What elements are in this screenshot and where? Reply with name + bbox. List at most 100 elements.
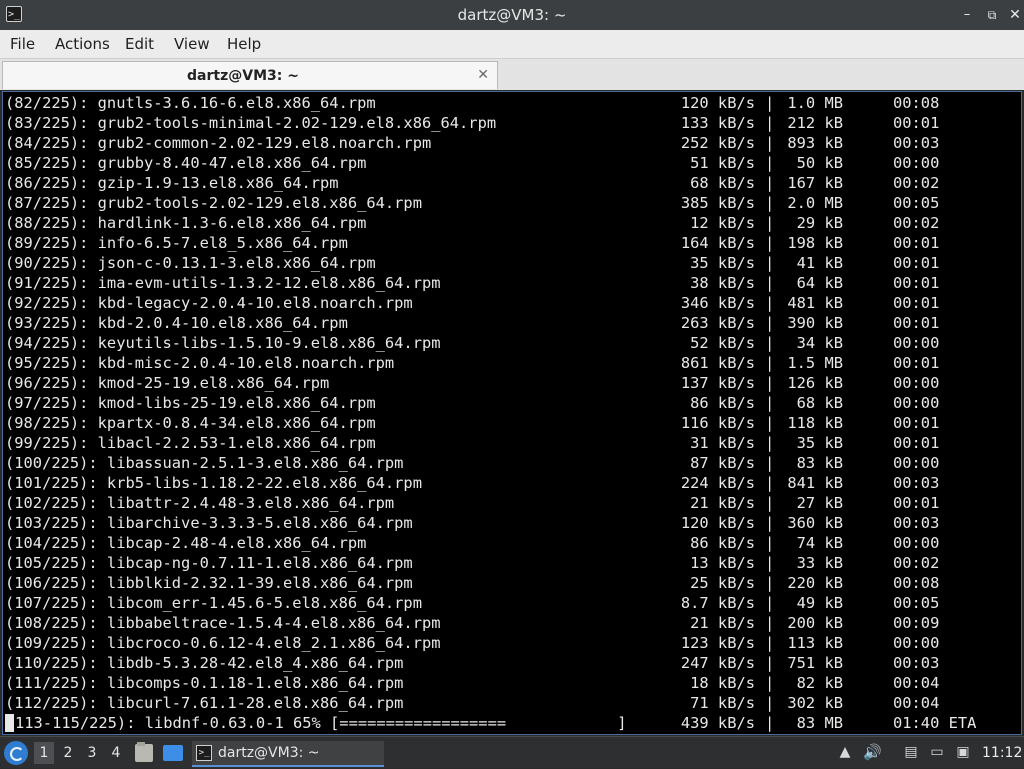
workspace-4-button[interactable]: 4: [106, 742, 126, 764]
column-separator: |: [765, 134, 775, 152]
download-speed: 252 kB/s: [680, 134, 755, 152]
column-separator: |: [765, 334, 775, 352]
download-speed: 86 kB/s: [690, 534, 755, 552]
download-time: 00:08: [893, 94, 940, 112]
package-name: (82/225): gnutls-3.6.16-6.el8.x86_64.rpm: [5, 94, 376, 112]
menu-edit[interactable]: Edit: [125, 30, 154, 58]
show-desktop-icon[interactable]: [163, 745, 183, 761]
package-name: (100/225): libassuan-2.5.1-3.el8.x86_64.…: [5, 454, 404, 472]
download-time: 00:03: [893, 514, 940, 532]
download-time: 00:00: [893, 374, 940, 392]
menu-view[interactable]: View: [174, 30, 210, 58]
column-separator: |: [765, 174, 775, 192]
column-separator: |: [765, 634, 775, 652]
column-separator: |: [765, 534, 775, 552]
download-time: 00:01: [893, 494, 940, 512]
column-separator: |: [765, 114, 775, 132]
progress-line: 113-115/225): libdnf-0.63.0-1 65% [=====…: [5, 713, 1017, 733]
package-name: (84/225): grub2-common-2.02-129.el8.noar…: [5, 134, 432, 152]
workspace-3-button[interactable]: 3: [82, 742, 102, 764]
column-separator: |: [765, 354, 775, 372]
terminal-line: (106/225): libblkid-2.32.1-39.el8.x86_64…: [5, 573, 1017, 593]
package-name: (95/225): kbd-misc-2.0.4-10.el8.noarch.r…: [5, 354, 395, 372]
tray-arrow-icon[interactable]: ▲: [836, 743, 854, 761]
package-size: 74 kB: [796, 534, 843, 552]
tab-label: dartz@VM3: ~: [187, 68, 299, 84]
package-name: (83/225): grub2-tools-minimal-2.02-129.e…: [5, 114, 497, 132]
close-button[interactable]: ✕: [1006, 6, 1024, 24]
download-speed: 52 kB/s: [690, 334, 755, 352]
taskbar-terminal-item[interactable]: >_ dartz@VM3: ~: [192, 741, 384, 767]
terminal-line: (95/225): kbd-misc-2.0.4-10.el8.noarch.r…: [5, 353, 1017, 373]
file-manager-icon[interactable]: [135, 742, 153, 762]
menu-actions[interactable]: Actions: [55, 30, 110, 58]
terminal-line: (90/225): json-c-0.13.1-3.el8.x86_64.rpm…: [5, 253, 1017, 273]
package-size: 751 kB: [787, 654, 843, 672]
package-size: 126 kB: [787, 374, 843, 392]
menu-help[interactable]: Help: [227, 30, 261, 58]
clock[interactable]: 11:12: [982, 737, 1022, 769]
terminal-line: (91/225): ima-evm-utils-1.3.2-12.el8.x86…: [5, 273, 1017, 293]
column-separator: |: [765, 694, 775, 712]
tab-close-icon[interactable]: ✕: [477, 62, 489, 88]
package-size: 481 kB: [787, 294, 843, 312]
workspace-1-button[interactable]: 1: [34, 742, 54, 764]
package-size: 198 kB: [787, 234, 843, 252]
download-time: 00:00: [893, 534, 940, 552]
column-separator: |: [765, 94, 775, 112]
package-size: 41 kB: [796, 254, 843, 272]
package-name: (92/225): kbd-legacy-2.0.4-10.el8.noarch…: [5, 294, 413, 312]
download-speed: 35 kB/s: [690, 254, 755, 272]
download-speed: 385 kB/s: [680, 194, 755, 212]
maximize-button[interactable]: ⧉: [983, 6, 1001, 24]
download-time: 00:01: [893, 234, 940, 252]
network-icon[interactable]: ▭: [928, 743, 946, 761]
download-speed: 116 kB/s: [680, 414, 755, 432]
package-name: (93/225): kbd-2.0.4-10.el8.x86_64.rpm: [5, 314, 348, 332]
package-name: (111/225): libcomps-0.1.18-1.el8.x86_64.…: [5, 674, 404, 692]
package-name: (103/225): libarchive-3.3.3-5.el8.x86_64…: [5, 514, 413, 532]
minimize-button[interactable]: –: [958, 6, 976, 24]
download-speed: 21 kB/s: [690, 494, 755, 512]
download-speed: 120 kB/s: [680, 94, 755, 112]
terminal-line: (109/225): libcroco-0.6.12-4.el8_2.1.x86…: [5, 633, 1017, 653]
terminal-output[interactable]: (82/225): gnutls-3.6.16-6.el8.x86_64.rpm…: [2, 91, 1022, 735]
updates-icon[interactable]: ▣: [954, 743, 972, 761]
terminal-line: (93/225): kbd-2.0.4-10.el8.x86_64.rpm 263…: [5, 313, 1017, 333]
terminal-line: (112/225): libcurl-7.61.1-28.el8.x86_64.…: [5, 693, 1017, 713]
package-size: 200 kB: [787, 614, 843, 632]
column-separator: |: [765, 434, 775, 452]
menu-file[interactable]: File: [10, 30, 35, 58]
package-size: 360 kB: [787, 514, 843, 532]
download-speed: 38 kB/s: [690, 274, 755, 292]
terminal-line: (98/225): kpartx-0.8.4-34.el8.x86_64.rpm…: [5, 413, 1017, 433]
terminal-icon: >_: [196, 745, 212, 761]
package-name: (98/225): kpartx-0.8.4-34.el8.x86_64.rpm: [5, 414, 376, 432]
download-speed: 31 kB/s: [690, 434, 755, 452]
download-time: 00:01: [893, 354, 940, 372]
download-time: 00:01: [893, 274, 940, 292]
terminal-line: (104/225): libcap-2.48-4.el8.x86_64.rpm 8…: [5, 533, 1017, 553]
package-name: (101/225): krb5-libs-1.18.2-22.el8.x86_6…: [5, 474, 422, 492]
download-time: 00:01: [893, 314, 940, 332]
package-name: (99/225): libacl-2.2.53-1.el8.x86_64.rpm: [5, 434, 376, 452]
download-speed: 263 kB/s: [680, 314, 755, 332]
download-time: 00:01: [893, 414, 940, 432]
menu-bar: File Actions Edit View Help: [0, 30, 1024, 58]
download-speed: 68 kB/s: [690, 174, 755, 192]
download-time: 00:05: [893, 194, 940, 212]
column-separator: |: [765, 594, 775, 612]
package-name: (112/225): libcurl-7.61.1-28.el8.x86_64.…: [5, 694, 404, 712]
clipboard-icon[interactable]: ▤: [902, 743, 920, 761]
package-name: (110/225): libdb-5.3.28-42.el8_4.x86_64.…: [5, 654, 404, 672]
terminal-line: (89/225): info-6.5-7.el8_5.x86_64.rpm 164…: [5, 233, 1017, 253]
column-separator: |: [765, 194, 775, 212]
download-time: 00:03: [893, 474, 940, 492]
download-speed: 8.7 kB/s: [680, 594, 755, 612]
start-menu-icon[interactable]: [4, 741, 28, 765]
package-size: 1.0 MB: [787, 94, 843, 112]
workspace-2-button[interactable]: 2: [58, 742, 78, 764]
tab-terminal[interactable]: dartz@VM3: ~ ✕: [2, 61, 498, 89]
volume-icon[interactable]: 🔊: [863, 743, 882, 761]
terminal-line: (102/225): libattr-2.4.48-3.el8.x86_64.r…: [5, 493, 1017, 513]
